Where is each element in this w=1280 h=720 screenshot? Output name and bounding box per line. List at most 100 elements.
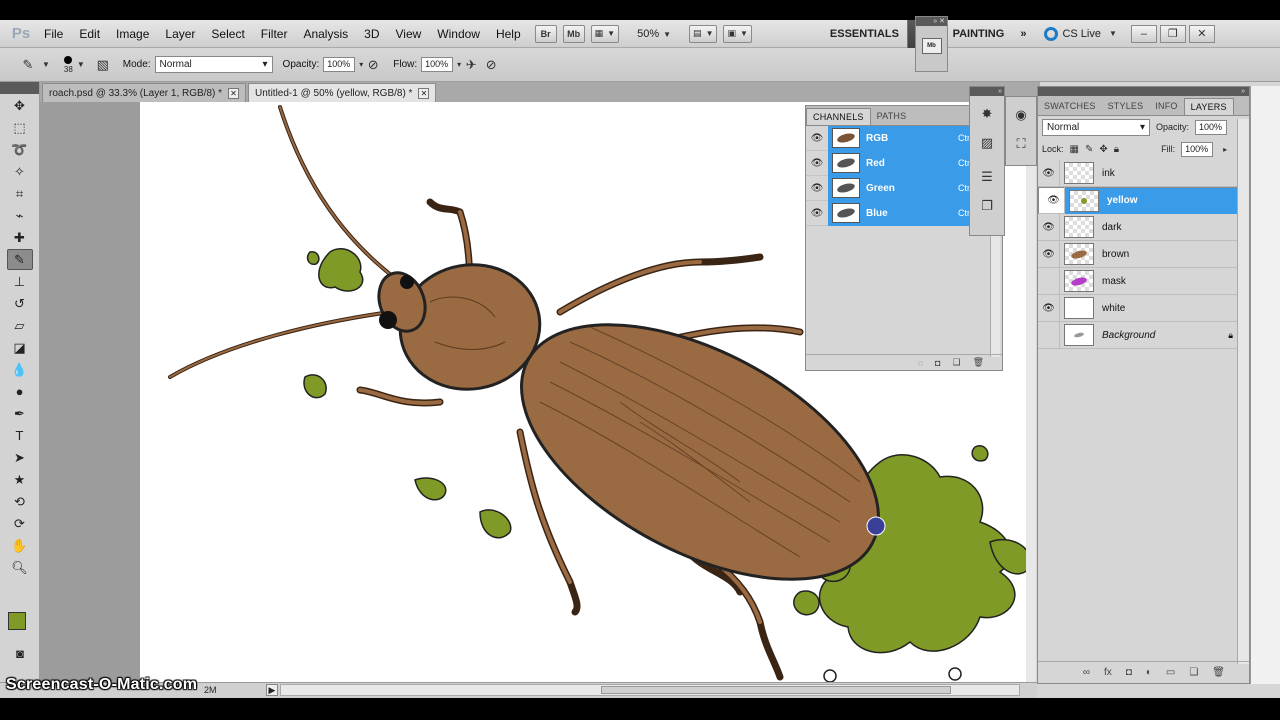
layer-row-white[interactable]: 👁 white bbox=[1038, 294, 1249, 322]
layer-row-brown[interactable]: 👁 brown bbox=[1038, 240, 1249, 268]
minimize-button[interactable]: – bbox=[1130, 24, 1157, 43]
zoom-tool-icon[interactable]: 🔍︎ bbox=[7, 557, 33, 578]
workspace-painting[interactable]: PAINTING bbox=[945, 20, 1013, 48]
airbrush-icon[interactable]: ✈ bbox=[461, 55, 481, 75]
lock-all-icon[interactable]: 🔒︎ bbox=[1114, 144, 1119, 155]
paint-bucket-tool-icon[interactable]: ◪ bbox=[7, 337, 33, 358]
tab-channels[interactable]: CHANNELS bbox=[806, 108, 871, 125]
history-brush-tool-icon[interactable]: ↺ bbox=[7, 293, 33, 314]
lock-position-icon[interactable]: ✥ bbox=[1099, 144, 1107, 155]
menu-window[interactable]: Window bbox=[429, 20, 488, 48]
menu-select[interactable]: Select bbox=[203, 20, 252, 48]
blur-tool-icon[interactable]: 💧 bbox=[7, 359, 33, 380]
layer-row-background[interactable]: Background 🔒︎ bbox=[1038, 321, 1249, 349]
eye-icon[interactable]: 👁 bbox=[1043, 187, 1065, 214]
link-layers-icon[interactable]: ∞ bbox=[1083, 667, 1090, 678]
tab-styles[interactable]: STYLES bbox=[1102, 98, 1150, 115]
save-selection-icon[interactable]: ◘ bbox=[935, 358, 940, 368]
chevron-right-icon[interactable]: ▶ bbox=[266, 684, 278, 696]
tools-panel-grip[interactable] bbox=[0, 82, 39, 94]
menu-file[interactable]: File bbox=[36, 20, 71, 48]
layer-row-mask[interactable]: mask bbox=[1038, 267, 1249, 295]
load-selection-icon[interactable]: ◌ bbox=[918, 358, 923, 368]
lasso-tool-icon[interactable]: ➰ bbox=[7, 139, 33, 160]
actions-icon[interactable]: ❐ bbox=[976, 195, 998, 217]
history-icon[interactable]: ☰ bbox=[976, 166, 998, 188]
tab-swatches[interactable]: SWATCHES bbox=[1038, 98, 1102, 115]
adjustments-icon[interactable]: ◉ bbox=[1010, 104, 1032, 126]
menu-analysis[interactable]: Analysis bbox=[295, 20, 356, 48]
opacity-input[interactable]: 100% bbox=[323, 57, 356, 72]
chevron-down-icon[interactable]: ▼ bbox=[77, 60, 85, 69]
shape-tool-icon[interactable]: ★ bbox=[7, 469, 33, 490]
lock-pixels-icon[interactable]: ✎ bbox=[1085, 144, 1093, 155]
brush-presets-icon[interactable]: ✸ bbox=[976, 103, 998, 125]
panel-grip[interactable]: » ✕ bbox=[916, 17, 947, 26]
menu-view[interactable]: View bbox=[387, 20, 429, 48]
brush-panel-toggle-icon[interactable]: ▧ bbox=[93, 55, 113, 75]
eyedropper-tool-icon[interactable]: ⌁ bbox=[7, 205, 33, 226]
clone-stamp-tool-icon[interactable]: ⊥ bbox=[7, 271, 33, 292]
crop-tool-icon[interactable]: ⌗ bbox=[7, 183, 33, 204]
flow-input[interactable]: 100% bbox=[421, 57, 454, 72]
eye-hidden-slot[interactable] bbox=[1038, 267, 1060, 295]
tab-paths[interactable]: PATHS bbox=[871, 108, 913, 125]
menu-filter[interactable]: Filter bbox=[253, 20, 296, 48]
hand-tool-icon[interactable]: ✋ bbox=[7, 535, 33, 556]
layer-row-yellow[interactable]: 👁 yellow bbox=[1038, 187, 1249, 214]
pen-tool-icon[interactable]: ✒ bbox=[7, 403, 33, 424]
eye-icon[interactable]: 👁 bbox=[1038, 213, 1060, 241]
layers-panel-grip[interactable]: » bbox=[1038, 87, 1249, 96]
mini-bridge-icon[interactable]: Mb bbox=[921, 38, 942, 54]
brush-tool-icon[interactable]: ✎ bbox=[6, 249, 33, 270]
menu-layer[interactable]: Layer bbox=[157, 20, 203, 48]
menu-image[interactable]: Image bbox=[108, 20, 157, 48]
eye-icon[interactable]: 👁 bbox=[806, 183, 828, 194]
menu-3d[interactable]: 3D bbox=[356, 20, 387, 48]
eye-icon[interactable]: 👁 bbox=[1038, 294, 1060, 322]
layer-row-dark[interactable]: 👁 dark bbox=[1038, 213, 1249, 241]
add-mask-icon[interactable]: ◘ bbox=[1126, 667, 1132, 678]
navigator-icon[interactable]: ▨ bbox=[976, 132, 998, 154]
masks-icon[interactable]: ⛶ bbox=[1010, 133, 1032, 155]
scrollbar-thumb[interactable] bbox=[601, 686, 951, 694]
blend-mode-select[interactable]: Normal ▾ bbox=[1042, 118, 1150, 136]
mode-select[interactable]: Normal ▾ bbox=[154, 56, 273, 73]
screen-mode-button[interactable]: ▣ ▼ bbox=[723, 24, 752, 43]
launch-bridge-button[interactable]: Br bbox=[534, 24, 557, 43]
tab-info[interactable]: INFO bbox=[1149, 98, 1183, 115]
path-selection-tool-icon[interactable]: ➤ bbox=[7, 447, 33, 468]
launch-mini-bridge-button[interactable]: Mb bbox=[562, 24, 585, 43]
view-extras-button[interactable]: ▦ ▼ bbox=[590, 24, 620, 43]
type-tool-icon[interactable]: T bbox=[7, 425, 33, 446]
foreground-color-swatch[interactable] bbox=[8, 612, 26, 630]
canvas-vertical-scrollbar[interactable] bbox=[1026, 102, 1036, 682]
layer-opacity-input[interactable]: 100% bbox=[1195, 119, 1228, 135]
new-channel-icon[interactable]: ❏ bbox=[952, 357, 960, 368]
new-group-icon[interactable]: ▭ bbox=[1166, 667, 1175, 678]
chevron-right-icon[interactable]: ▸ bbox=[1223, 145, 1227, 154]
eye-icon[interactable]: 👁 bbox=[1038, 159, 1060, 187]
quick-mask-icon[interactable]: ◙ bbox=[7, 643, 33, 664]
layer-row-ink[interactable]: 👁 ink bbox=[1038, 159, 1249, 187]
doc-tab-roach[interactable]: roach.psd @ 33.3% (Layer 1, RGB/8) * ✕ bbox=[42, 83, 247, 102]
eye-icon[interactable]: 👁 bbox=[806, 133, 828, 144]
tab-layers[interactable]: LAYERS bbox=[1183, 98, 1234, 115]
brush-size-picker[interactable]: 38 bbox=[64, 55, 73, 74]
dock-grip[interactable]: » bbox=[970, 87, 1004, 96]
brush-tool-preset-icon[interactable]: ✎ bbox=[18, 55, 38, 75]
close-icon[interactable]: ✕ bbox=[228, 87, 240, 99]
fill-input[interactable]: 100% bbox=[1181, 141, 1214, 157]
quick-selection-tool-icon[interactable]: ✧ bbox=[7, 161, 33, 182]
3d-orbit-tool-icon[interactable]: ⟳ bbox=[7, 513, 33, 534]
eye-hidden-slot[interactable] bbox=[1038, 321, 1060, 349]
arrange-documents-button[interactable]: ▤ ▼ bbox=[689, 24, 718, 43]
delete-channel-icon[interactable]: 🗑︎ bbox=[973, 357, 984, 368]
adjustment-layer-icon[interactable]: ◐ bbox=[1146, 667, 1152, 678]
doc-tab-untitled[interactable]: Untitled-1 @ 50% (yellow, RGB/8) * ✕ bbox=[248, 83, 437, 102]
eraser-tool-icon[interactable]: ▱ bbox=[7, 315, 33, 336]
marquee-tool-icon[interactable]: ⬚ bbox=[7, 117, 33, 138]
layers-scrollbar[interactable] bbox=[1237, 119, 1249, 664]
menu-edit[interactable]: Edit bbox=[71, 20, 108, 48]
lock-transparency-icon[interactable]: ▦ bbox=[1070, 144, 1079, 155]
